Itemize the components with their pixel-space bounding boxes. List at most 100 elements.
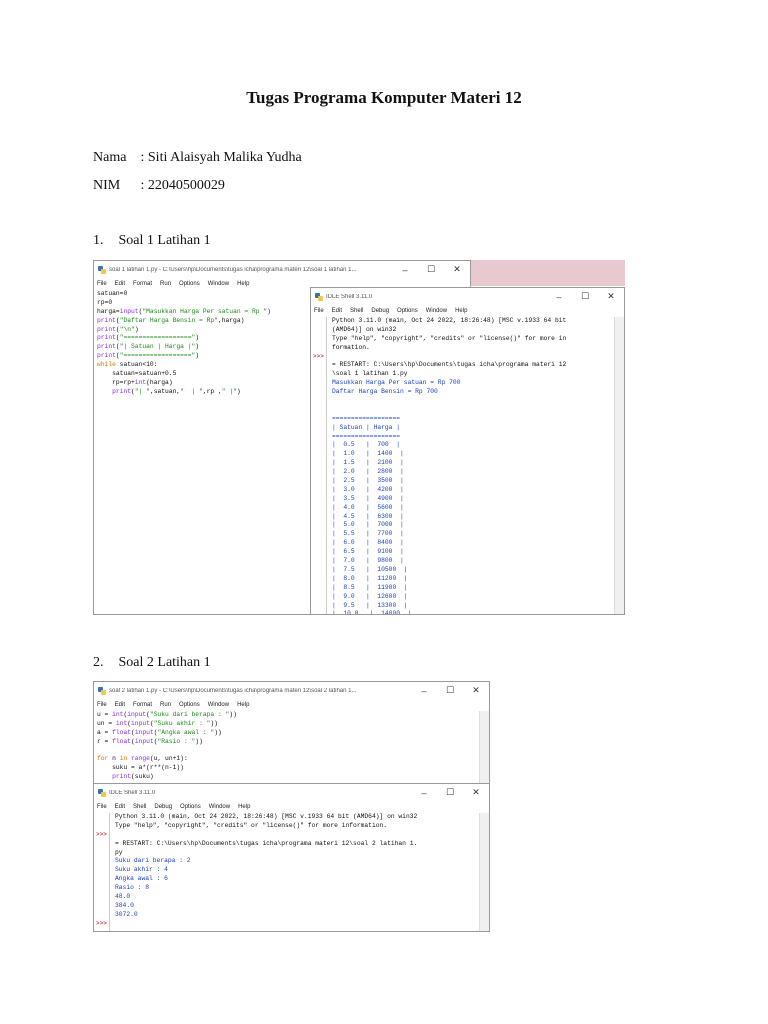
menu-item-debug[interactable]: Debug — [154, 804, 172, 810]
menu-item-edit[interactable]: Edit — [332, 308, 342, 314]
code-token: "==================" — [119, 352, 196, 360]
shell-2-prompt-gutter: >>> >>> — [94, 813, 110, 931]
code-token: a = — [97, 728, 113, 736]
code-token: print — [97, 316, 116, 324]
menu-item-options[interactable]: Options — [179, 702, 200, 708]
menu-item-window[interactable]: Window — [208, 281, 229, 287]
code-line: for n in range(u, un+1): — [97, 755, 489, 764]
shell-line: | 2.5 | 3500 | — [332, 477, 404, 485]
close-button[interactable]: ✕ — [463, 787, 489, 798]
editor-1-titlebar[interactable]: soal 1 latihan 1.py - C:\Users\hp\Docume… — [94, 261, 470, 278]
menu-item-help[interactable]: Help — [455, 308, 467, 314]
code-token: ) — [195, 352, 200, 360]
code-token: " |" — [221, 387, 237, 395]
code-token: range — [131, 755, 150, 763]
close-button[interactable]: ✕ — [444, 264, 470, 275]
menu-item-file[interactable]: File — [97, 804, 107, 810]
code-token: float — [112, 737, 132, 745]
shell-line: | 10.0 | 14000 | — [332, 610, 412, 615]
code-token: int — [134, 378, 147, 386]
editor-2-menubar: File Edit Format Run Options Window Help — [94, 699, 489, 710]
close-button[interactable]: ✕ — [463, 685, 489, 696]
menu-item-format[interactable]: Format — [133, 281, 152, 287]
code-line: un = int(input("Suku akhir : ")) — [97, 720, 489, 729]
menu-item-run[interactable]: Run — [160, 702, 171, 708]
maximize-button[interactable]: ☐ — [437, 685, 463, 696]
code-token: while — [97, 361, 116, 369]
shell-window-soal-2[interactable]: IDLE Shell 3.11.0 – ☐ ✕ File Edit Shell Deb… — [93, 783, 490, 932]
menu-item-edit[interactable]: Edit — [115, 702, 125, 708]
shell-1-output[interactable]: Python 3.11.0 (main, Oct 24 2022, 18:26:… — [329, 317, 624, 615]
menu-item-options[interactable]: Options — [179, 281, 200, 287]
maximize-button[interactable]: ☐ — [418, 264, 444, 275]
menu-item-help[interactable]: Help — [237, 702, 249, 708]
minimize-button[interactable]: – — [392, 265, 418, 275]
menu-item-options[interactable]: Options — [397, 308, 418, 314]
menu-item-window[interactable]: Window — [208, 702, 229, 708]
code-token: "Rasio : " — [157, 737, 196, 745]
editor-2-title: soal 2 latihan 1.py - C:\Users\hp\Docume… — [109, 687, 357, 694]
menu-item-file[interactable]: File — [97, 702, 107, 708]
shell-line: | 4.0 | 5600 | — [332, 503, 404, 511]
menu-item-window[interactable]: Window — [426, 308, 447, 314]
minimize-button[interactable]: – — [411, 788, 437, 798]
nama-label: Nama — [93, 150, 127, 165]
menu-item-shell[interactable]: Shell — [133, 804, 146, 810]
python-idle-icon — [98, 265, 106, 274]
minimize-button[interactable]: – — [411, 686, 437, 696]
nim-row: NIM : 22040500029 — [93, 178, 225, 194]
menu-item-edit[interactable]: Edit — [115, 281, 125, 287]
menu-item-help[interactable]: Help — [237, 281, 249, 287]
code-token: ) — [267, 307, 271, 315]
code-token: "| Satuan | Harga |" — [119, 343, 196, 351]
code-line: r = float(input("Rasio : ")) — [97, 738, 489, 747]
maximize-button[interactable]: ☐ — [572, 291, 598, 302]
code-token: suku = a*(r**(n-1)) — [97, 764, 184, 772]
editor-2-code[interactable]: u = int(input("Suku dari berapa : ")) un … — [94, 711, 489, 782]
shell-window-soal-1[interactable]: IDLE Shell 3.11.0 – ☐ ✕ File Edit Shell Deb… — [310, 287, 625, 615]
nim-value: : 22040500029 — [140, 178, 225, 193]
shell-line: | Satuan | Harga | — [332, 423, 401, 431]
code-token: (u, un+1): — [149, 755, 188, 763]
menu-item-shell[interactable]: Shell — [350, 308, 363, 314]
nama-row: Nama : Siti Alaisyah Malika Yudha — [93, 150, 302, 166]
shell-2-output[interactable]: Python 3.11.0 (main, Oct 24 2022, 18:26:… — [112, 813, 489, 920]
code-token: print — [97, 334, 116, 342]
menu-item-options[interactable]: Options — [180, 804, 201, 810]
nama-value: : Siti Alaisyah Malika Yudha — [140, 150, 302, 165]
menu-item-file[interactable]: File — [97, 281, 107, 287]
editor-2-titlebar[interactable]: soal 2 latihan 1.py - C:\Users\hp\Docume… — [94, 682, 489, 699]
menu-item-edit[interactable]: Edit — [115, 804, 125, 810]
code-token: print — [112, 387, 132, 395]
shell-1-titlebar[interactable]: IDLE Shell 3.11.0 – ☐ ✕ — [311, 288, 624, 305]
shell-line: Angka awal : 6 — [115, 875, 168, 883]
menu-item-window[interactable]: Window — [209, 804, 230, 810]
minimize-button[interactable]: – — [546, 292, 572, 302]
shell-line: (AMD64)] on win32 — [332, 325, 397, 333]
shell-1-title: IDLE Shell 3.11.0 — [326, 293, 373, 300]
menu-item-run[interactable]: Run — [160, 281, 171, 287]
code-token: print — [97, 325, 116, 333]
menu-item-help[interactable]: Help — [238, 804, 250, 810]
shell-2-scrollbar[interactable] — [479, 813, 489, 931]
shell-line: | 1.0 | 1400 | — [332, 450, 404, 458]
shell-1-scrollbar[interactable] — [614, 317, 624, 614]
code-token: un = — [97, 719, 116, 727]
menu-item-format[interactable]: Format — [133, 702, 152, 708]
shell-2-titlebar[interactable]: IDLE Shell 3.11.0 – ☐ ✕ — [94, 784, 489, 801]
code-token: int — [115, 719, 128, 727]
menu-item-file[interactable]: File — [314, 308, 324, 314]
code-token: input — [134, 728, 154, 736]
close-button[interactable]: ✕ — [598, 291, 624, 302]
code-token: ,satuan, — [149, 387, 181, 395]
maximize-button[interactable]: ☐ — [437, 787, 463, 798]
code-token: "Suku akhir : " — [153, 719, 211, 727]
code-token: )) — [210, 719, 218, 727]
code-token: ) — [236, 387, 241, 395]
section-2-label: Soal 2 Latihan 1 — [118, 655, 211, 670]
shell-line: formation. — [332, 343, 370, 351]
section-1-number: 1. — [93, 233, 104, 248]
menu-item-debug[interactable]: Debug — [371, 308, 389, 314]
python-idle-icon — [98, 788, 106, 797]
code-token: u = — [97, 711, 113, 718]
